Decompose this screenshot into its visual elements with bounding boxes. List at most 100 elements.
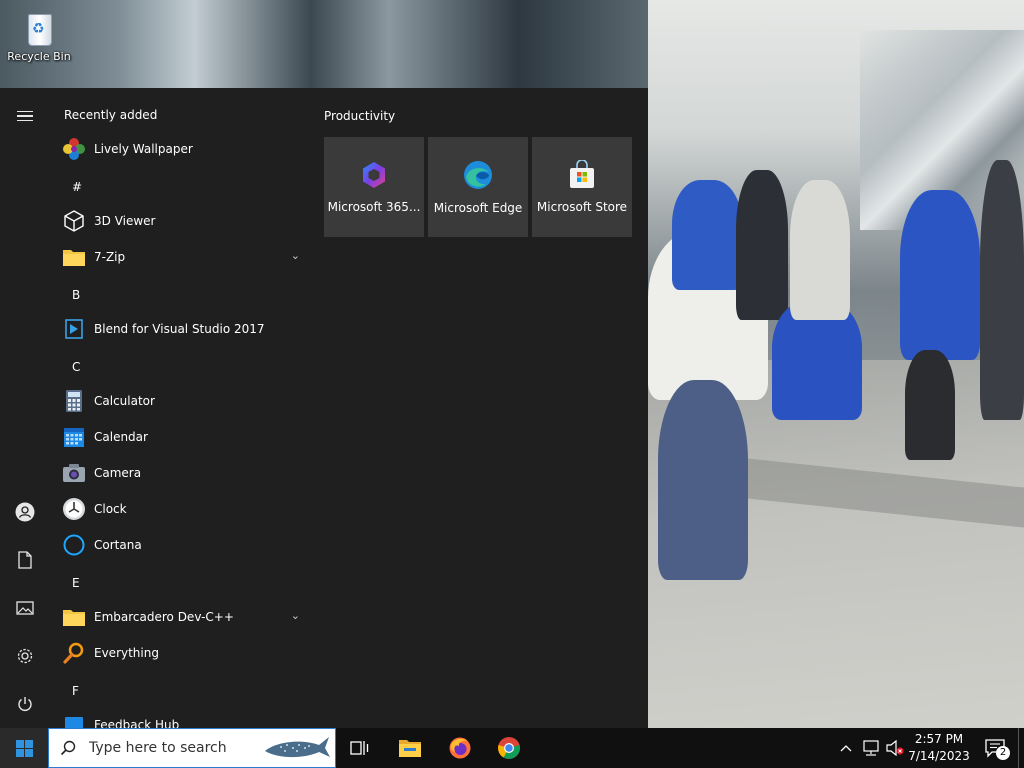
app-label: Calendar [94,430,148,444]
whale-shark-illustration-icon [265,737,330,758]
tiles-area: Productivity Microsoft 365... Microsoft … [312,88,648,728]
search-input[interactable] [87,739,261,757]
account-button[interactable] [0,488,50,536]
document-icon [18,551,32,569]
app-label: Cortana [94,538,142,552]
gear-icon [17,648,33,664]
recycle-bin-icon [22,8,56,48]
app-label: Embarcadero Dev-C++ [94,610,234,624]
tile-microsoft-365[interactable]: Microsoft 365... [324,137,424,237]
app-label: Feedback Hub [94,718,180,728]
app-label: Blend for Visual Studio 2017 [94,322,265,336]
app-label: Calculator [94,394,155,408]
app-cortana[interactable]: Cortana [62,528,306,562]
app-label: Everything [94,646,159,660]
microsoft-365-icon [363,162,385,188]
app-label: Camera [94,466,142,480]
chevron-up-icon [840,745,852,752]
wallpaper-person [790,180,850,320]
app-clock[interactable]: Clock [62,492,306,526]
app-list: Recently added Lively Wallpaper # 3D Vie… [50,88,312,728]
clock-date: 7/14/2023 [908,749,970,763]
expand-menu-button[interactable] [0,92,50,140]
show-hidden-icons-button[interactable] [836,728,856,768]
app-feedback-hub[interactable]: Feedback Hub [62,708,306,728]
calendar-icon [62,425,86,449]
lively-wallpaper-icon [62,137,86,161]
pictures-icon [16,601,34,615]
blend-icon [62,317,86,341]
system-clock[interactable]: 2:57 PM 7/14/2023 [902,731,976,765]
power-icon [18,697,32,711]
cube-icon [62,209,86,233]
cortana-icon [62,533,86,557]
camera-icon [62,461,86,485]
show-desktop-button[interactable] [1018,728,1024,768]
app-3d-viewer[interactable]: 3D Viewer [62,204,306,238]
wallpaper-person [736,170,788,320]
clock-icon [62,497,86,521]
app-everything[interactable]: Everything [62,636,306,670]
edge-icon [464,161,492,189]
clock-time: 2:57 PM [914,732,964,746]
app-calendar[interactable]: Calendar [62,420,306,454]
notification-count-badge: 2 [996,746,1010,760]
task-view-button[interactable] [336,728,384,768]
user-icon [15,502,35,522]
start-button[interactable] [0,728,48,768]
power-button[interactable] [0,680,50,728]
folder-icon [62,245,86,269]
app-blend[interactable]: Blend for Visual Studio 2017 [62,312,306,346]
store-icon [570,160,594,188]
app-lively-wallpaper[interactable]: Lively Wallpaper [62,132,306,166]
wallpaper-person [905,350,955,460]
documents-button[interactable] [0,536,50,584]
tile-group-title: Productivity [324,109,396,123]
settings-button[interactable] [0,632,50,680]
tile-microsoft-edge[interactable]: Microsoft Edge [428,137,528,237]
feedback-icon [62,713,86,728]
wallpaper-person [658,380,748,580]
wallpaper-person [980,160,1024,420]
letter-header-hash[interactable]: # [72,180,82,194]
recycle-bin-label: Recycle Bin [7,50,71,63]
network-icon [863,740,879,756]
tile-label: Microsoft Store [536,200,628,214]
app-7zip-folder[interactable]: 7-Zip ⌄ [62,240,306,274]
app-embarcadero-folder[interactable]: Embarcadero Dev-C++ ⌄ [62,600,306,634]
letter-header-c[interactable]: C [72,360,80,374]
letter-header-e[interactable]: E [72,576,80,590]
firefox-icon [449,737,471,759]
firefox-button[interactable] [436,728,484,768]
wallpaper-person [900,190,980,360]
calculator-icon [62,389,86,413]
file-explorer-icon [399,740,421,757]
start-menu: Recently added Lively Wallpaper # 3D Vie… [0,88,648,728]
app-camera[interactable]: Camera [62,456,306,490]
search-icon [49,740,87,756]
tile-microsoft-store[interactable]: Microsoft Store [532,137,632,237]
tile-label: Microsoft Edge [433,201,523,215]
app-label: Lively Wallpaper [94,142,193,156]
tile-label: Microsoft 365... [327,200,421,214]
windows-logo-icon [15,739,33,757]
app-label: 7-Zip [94,250,126,264]
hamburger-icon [17,108,33,125]
file-explorer-button[interactable] [386,728,434,768]
wallpaper-building [0,0,648,88]
app-calculator[interactable]: Calculator [62,384,306,418]
app-label: Clock [94,502,127,516]
chevron-down-icon: ⌄ [290,609,300,622]
chevron-down-icon: ⌄ [290,249,300,262]
network-button[interactable] [860,728,882,768]
letter-header-f[interactable]: F [72,684,79,698]
letter-header-b[interactable]: B [72,288,80,302]
recently-added-heading: Recently added [64,108,158,122]
taskbar-search-box[interactable] [48,728,336,768]
start-rail [0,88,50,728]
pictures-button[interactable] [0,584,50,632]
chrome-button[interactable] [485,728,533,768]
app-label: 3D Viewer [94,214,156,228]
recycle-bin-shortcut[interactable]: Recycle Bin [6,8,72,63]
action-center-button[interactable]: 2 [978,728,1012,768]
